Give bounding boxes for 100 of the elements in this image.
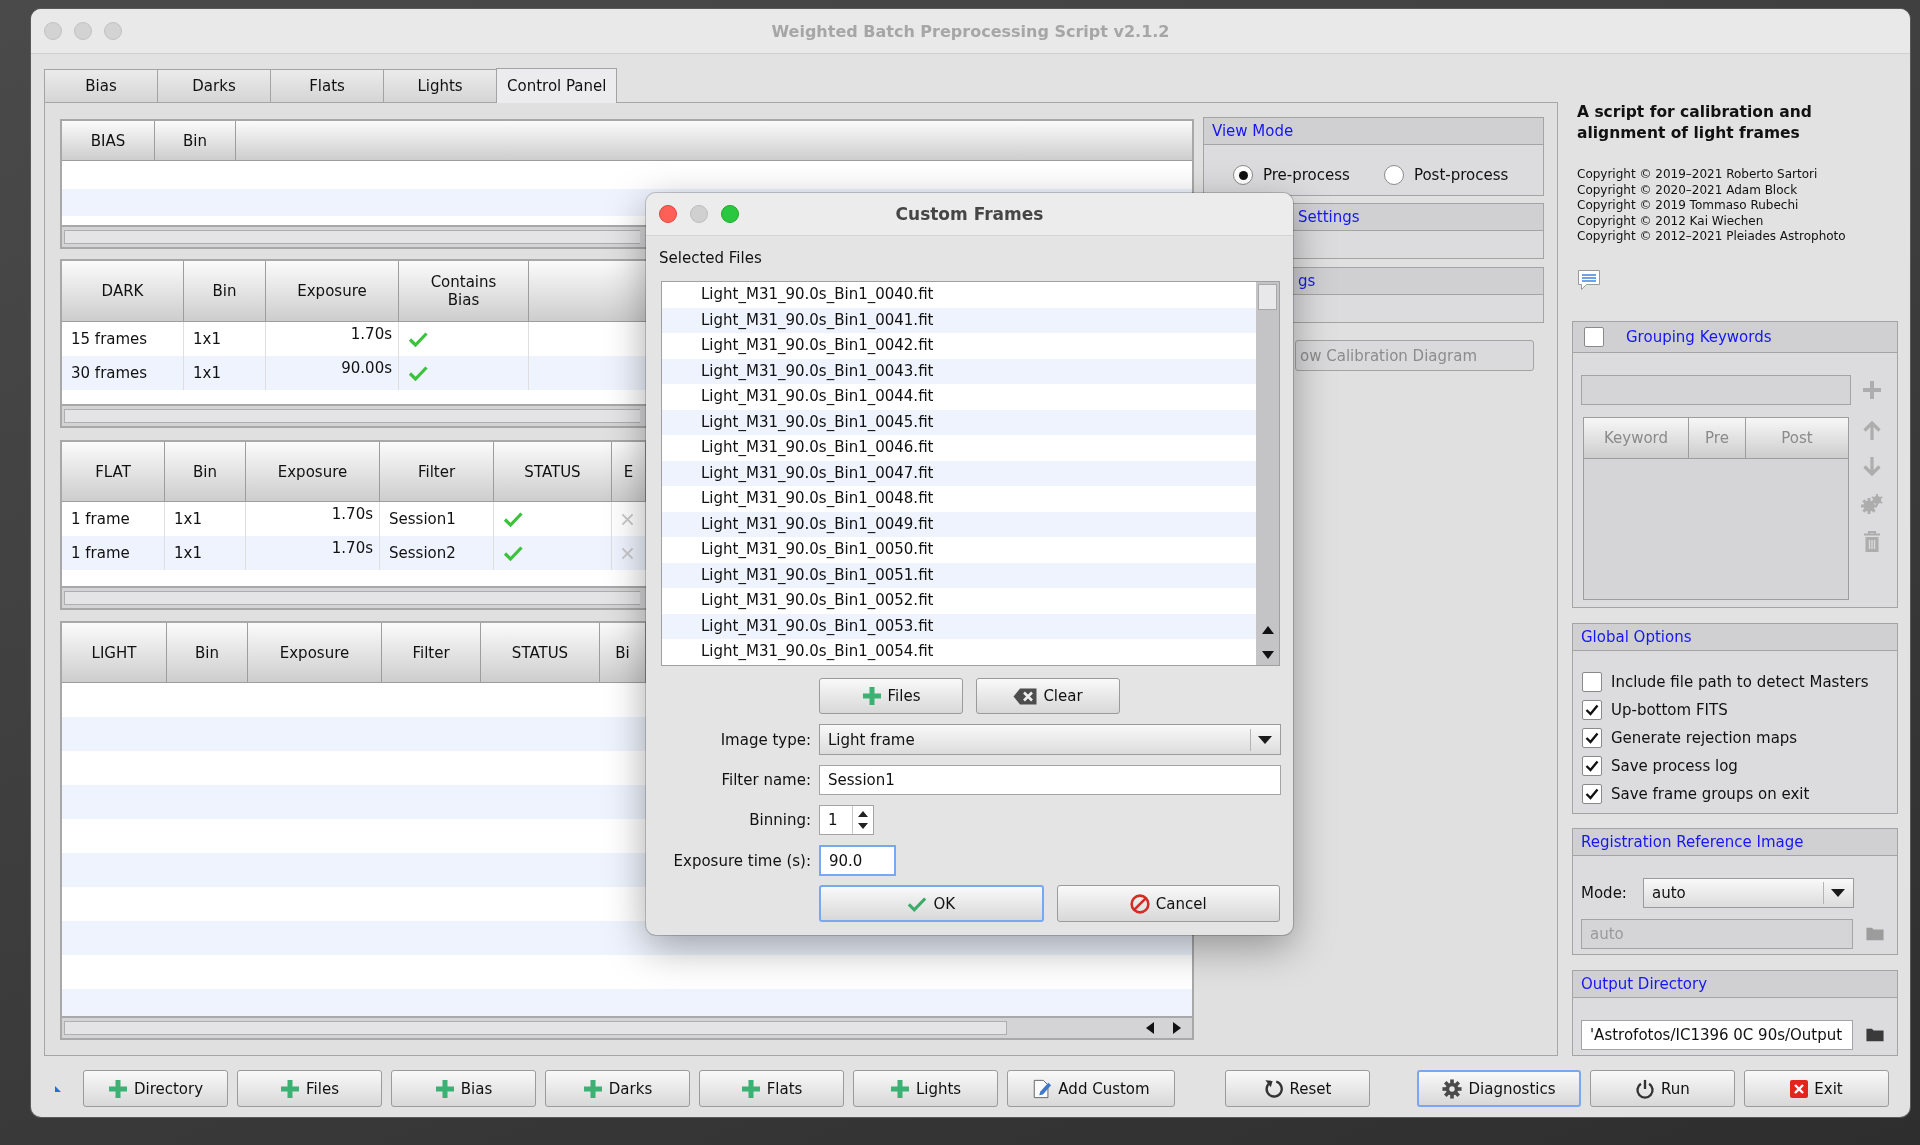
dialog-button[interactable]: Clear [976, 678, 1120, 714]
column-header[interactable]: Filter [380, 442, 494, 501]
checkbox-icon[interactable] [1582, 755, 1602, 776]
column-header[interactable]: Bin [167, 623, 248, 682]
checkbox-icon[interactable] [1582, 783, 1602, 804]
table-cell: 1x1 [165, 502, 246, 536]
list-item[interactable]: Light_M31_90.0s_Bin1_0046.fit [662, 435, 1256, 461]
backspace-icon [1013, 687, 1038, 705]
list-item[interactable]: Light_M31_90.0s_Bin1_0049.fit [662, 511, 1256, 537]
minimize-icon[interactable] [74, 22, 92, 40]
list-item[interactable]: Light_M31_90.0s_Bin1_0050.fit [662, 537, 1256, 563]
radio-icon[interactable] [1233, 165, 1253, 185]
maximize-icon[interactable] [721, 205, 739, 223]
checkbox-icon[interactable] [1582, 727, 1602, 748]
tab[interactable]: Darks [157, 69, 271, 102]
down-triangle-icon[interactable] [1261, 651, 1274, 659]
column-header[interactable]: Contains Bias [399, 261, 529, 321]
toolbar-button[interactable]: Exit [1744, 1070, 1889, 1107]
column-header[interactable]: Exposure [246, 442, 380, 501]
toolbar-button[interactable]: Lights [853, 1070, 998, 1107]
dropdown[interactable]: auto [1643, 877, 1854, 908]
checkbox[interactable]: Up-bottom FITS [1582, 695, 1897, 724]
horizontal-scrollbar[interactable] [64, 409, 640, 423]
checkbox[interactable]: Generate rejection maps [1582, 723, 1897, 752]
list-item[interactable]: Light_M31_90.0s_Bin1_0041.fit [662, 307, 1256, 333]
speech-bubble-icon[interactable] [1577, 268, 1601, 291]
column-header[interactable]: Bin [155, 121, 236, 160]
checkbox[interactable]: Include file path to detect Masters [1582, 667, 1897, 696]
checkbox-icon[interactable] [1582, 671, 1602, 692]
list-item[interactable]: Light_M31_90.0s_Bin1_0054.fit [662, 639, 1256, 665]
horizontal-scrollbar[interactable] [64, 591, 640, 605]
checkbox[interactable]: Save frame groups on exit [1582, 779, 1897, 808]
down-arrow-icon[interactable] [1862, 455, 1882, 478]
list-item[interactable]: Light_M31_90.0s_Bin1_0051.fit [662, 562, 1256, 588]
spinbox[interactable]: 1 [819, 805, 874, 835]
dialog-button[interactable]: OK [819, 885, 1044, 922]
column-header[interactable]: LIGHT [62, 623, 167, 682]
field-label: Exposure time (s): [673, 851, 811, 870]
dropdown[interactable]: Light frame [819, 724, 1281, 755]
horizontal-scrollbar[interactable] [64, 230, 640, 244]
radio-button[interactable]: Pre-process [1233, 165, 1350, 185]
list-item[interactable]: Light_M31_90.0s_Bin1_0042.fit [662, 333, 1256, 359]
radio-icon[interactable] [1383, 165, 1404, 185]
list-item[interactable]: Light_M31_90.0s_Bin1_0044.fit [662, 384, 1256, 410]
toolbar-button[interactable]: Directory [83, 1070, 228, 1107]
toolbar-button[interactable]: Add Custom [1007, 1070, 1175, 1107]
vertical-scrollbar[interactable] [1256, 282, 1279, 665]
left-triangle-icon[interactable] [1146, 1022, 1154, 1034]
column-header[interactable]: DARK [62, 261, 184, 321]
toolbar-button[interactable]: Flats [699, 1070, 844, 1107]
close-icon[interactable] [659, 205, 677, 223]
column-header[interactable]: Exposure [266, 261, 399, 321]
column-header[interactable]: Filter [382, 623, 481, 682]
toolbar-button[interactable]: Diagnostics [1417, 1070, 1581, 1107]
checkbox[interactable]: Save process log [1582, 751, 1897, 780]
column-header[interactable]: Exposure [248, 623, 382, 682]
maximize-icon[interactable] [104, 22, 122, 40]
folder-icon[interactable] [1866, 1027, 1884, 1043]
toolbar-button[interactable]: Reset [1225, 1070, 1370, 1107]
column-header[interactable]: Bin [184, 261, 266, 321]
toolbar-button[interactable]: Files [237, 1070, 382, 1107]
toolbar-button[interactable]: Run [1590, 1070, 1735, 1107]
tab[interactable]: Control Panel [496, 68, 618, 103]
up-arrow-icon[interactable] [1862, 418, 1882, 441]
horizontal-scrollbar[interactable] [62, 1016, 1192, 1038]
list-item[interactable]: Light_M31_90.0s_Bin1_0047.fit [662, 460, 1256, 486]
spin-arrows-icon[interactable] [857, 809, 869, 831]
group-title: Output Directory [1581, 974, 1707, 993]
list-item[interactable]: Light_M31_90.0s_Bin1_0048.fit [662, 486, 1256, 512]
tab[interactable]: Lights [383, 69, 497, 102]
list-item[interactable]: Light_M31_90.0s_Bin1_0045.fit [662, 409, 1256, 435]
dialog-button[interactable]: Cancel [1056, 885, 1280, 922]
list-item[interactable]: Light_M31_90.0s_Bin1_0052.fit [662, 588, 1256, 614]
number-field[interactable]: 90.0 [819, 845, 896, 876]
x-square-icon [1790, 1079, 1809, 1098]
column-header[interactable]: STATUS [494, 442, 612, 501]
list-item[interactable]: Light_M31_90.0s_Bin1_0053.fit [662, 613, 1256, 639]
minimize-icon[interactable] [690, 205, 708, 223]
list-item[interactable]: Light_M31_90.0s_Bin1_0043.fit [662, 358, 1256, 384]
close-icon[interactable] [44, 22, 62, 40]
tab[interactable]: Flats [270, 69, 384, 102]
toolbar-button[interactable]: Bias [391, 1070, 536, 1107]
gears-icon[interactable] [1860, 492, 1884, 515]
toolbar-button[interactable]: Darks [545, 1070, 690, 1107]
list-item[interactable]: Light_M31_90.0s_Bin1_0040.fit [662, 282, 1256, 308]
column-header[interactable]: Bin [165, 442, 246, 501]
tab[interactable]: Bias [44, 69, 158, 102]
dialog-button[interactable]: Files [819, 678, 963, 714]
checkbox-icon[interactable] [1582, 699, 1602, 720]
trash-icon[interactable] [1863, 530, 1881, 553]
radio-button[interactable]: Post-process [1383, 165, 1509, 185]
column-header[interactable]: FLAT [62, 442, 165, 501]
output-directory-field[interactable]: 'Astrofotos/IC1396 0C 90s/Output [1581, 1019, 1853, 1050]
right-triangle-icon[interactable] [1173, 1022, 1181, 1034]
column-header[interactable]: BIAS [62, 121, 155, 160]
scroll-thumb[interactable] [1258, 284, 1277, 310]
up-triangle-icon[interactable] [1261, 626, 1274, 634]
text-field[interactable]: Session1 [819, 765, 1281, 795]
plus-icon[interactable] [1862, 379, 1882, 400]
column-header[interactable]: STATUS [481, 623, 600, 682]
